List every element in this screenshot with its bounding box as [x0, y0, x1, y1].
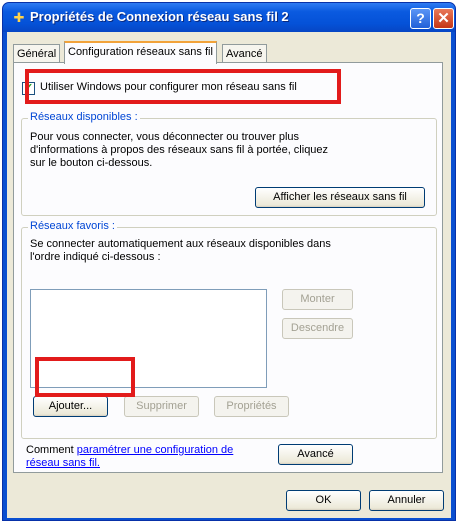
window-title: Propriétés de Connexion réseau sans fil …	[30, 9, 289, 24]
tab-panel: ✓ Utiliser Windows pour configurer mon r…	[13, 62, 443, 473]
tab-wireless-config[interactable]: Configuration réseaux sans fil	[64, 41, 217, 64]
ok-button[interactable]: OK	[286, 490, 361, 511]
available-desc-line: Pour vous connecter, vous déconnecter ou…	[30, 131, 300, 143]
preferred-networks-group: Réseaux favoris : Se connecter automatiq…	[21, 220, 437, 439]
learn-more-link-continued[interactable]: réseau sans fil.	[26, 457, 100, 469]
title-bar[interactable]: ✚ Propriétés de Connexion réseau sans fi…	[3, 3, 455, 32]
learn-more-text: Comment paramétrer une configuration de …	[26, 444, 233, 470]
advanced-button[interactable]: Avancé	[278, 444, 353, 465]
close-button[interactable]: ✕	[433, 8, 454, 29]
preferred-desc-line: l'ordre indiqué ci-dessous :	[30, 251, 161, 263]
remove-network-button[interactable]: Supprimer	[124, 396, 199, 417]
available-networks-description: Pour vous connecter, vous déconnecter ou…	[30, 131, 328, 170]
add-network-button[interactable]: Ajouter...	[33, 396, 108, 417]
learn-more-link[interactable]: paramétrer une configuration de	[77, 444, 234, 456]
learn-more-prefix: Comment	[26, 444, 77, 456]
network-connection-icon: ✚	[13, 10, 25, 25]
dialog-client-area: Général Configuration réseaux sans fil A…	[7, 32, 451, 518]
help-button[interactable]: ?	[410, 8, 431, 29]
highlight-box-add-button	[35, 357, 135, 397]
available-desc-line: d'informations à propos des réseaux sans…	[30, 144, 329, 156]
available-desc-line: sur le bouton ci-dessous.	[30, 157, 153, 169]
tab-general[interactable]: Général	[13, 44, 61, 63]
cancel-button[interactable]: Annuler	[369, 490, 444, 511]
show-wireless-networks-button[interactable]: Afficher les réseaux sans fil	[255, 187, 425, 208]
move-up-button[interactable]: Monter	[282, 289, 353, 310]
preferred-networks-description: Se connecter automatiquement aux réseaux…	[30, 238, 331, 264]
highlight-box-checkbox	[25, 69, 341, 104]
available-networks-title: Réseaux disponibles :	[28, 111, 140, 123]
network-properties-button[interactable]: Propriétés	[214, 396, 289, 417]
move-down-button[interactable]: Descendre	[282, 318, 353, 339]
available-networks-group: Réseaux disponibles : Pour vous connecte…	[21, 111, 437, 216]
preferred-desc-line: Se connecter automatiquement aux réseaux…	[30, 238, 331, 250]
preferred-networks-title: Réseaux favoris :	[28, 220, 117, 232]
tab-advanced[interactable]: Avancé	[222, 44, 267, 63]
